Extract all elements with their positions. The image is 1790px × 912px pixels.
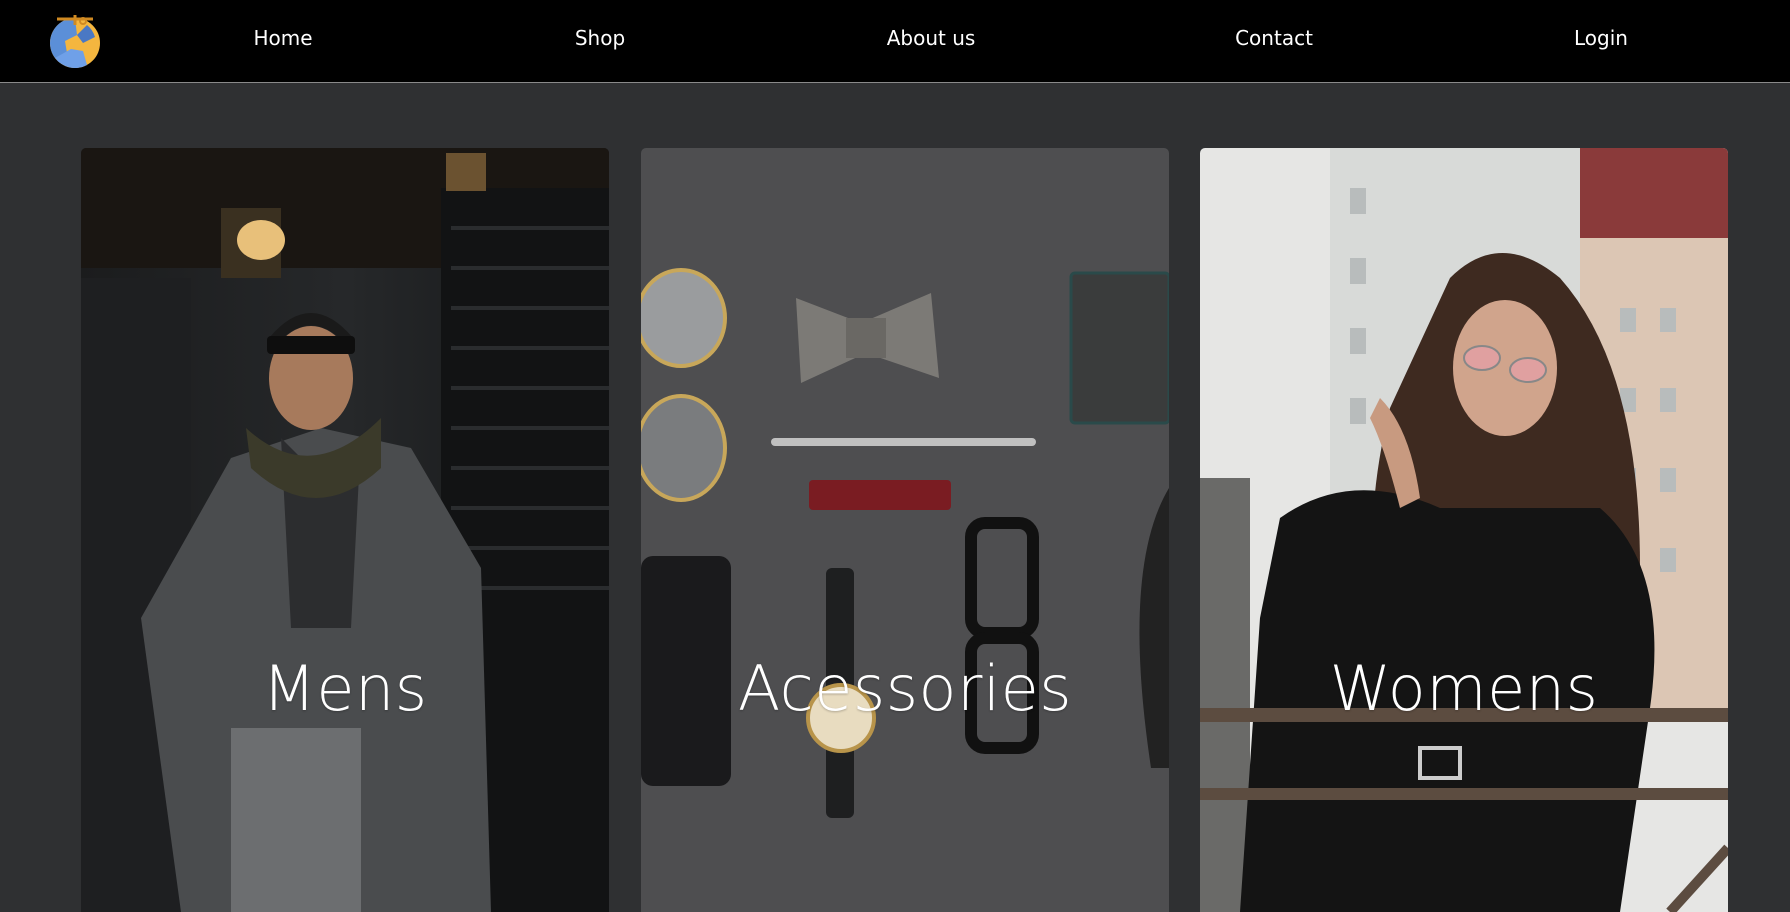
woman-on-balcony-photo <box>1200 148 1728 912</box>
man-in-grey-coat-photo <box>81 148 609 912</box>
nav-about-link[interactable]: About us <box>887 26 976 50</box>
top-navbar: Home Shop About us Contact Login <box>0 0 1790 83</box>
category-title-womens: Womens <box>1329 652 1599 725</box>
category-card-accessories[interactable]: Acessories <box>641 148 1169 912</box>
category-title-accessories: Acessories <box>737 652 1073 725</box>
category-card-mens[interactable]: Mens <box>81 148 609 912</box>
globe-logo-icon[interactable] <box>47 13 103 69</box>
category-card-womens[interactable]: Womens <box>1200 148 1728 912</box>
accessories-flatlay-photo <box>641 148 1169 912</box>
nav-home-link[interactable]: Home <box>253 26 312 50</box>
nav-contact-link[interactable]: Contact <box>1235 26 1313 50</box>
nav-shop-link[interactable]: Shop <box>575 26 625 50</box>
nav-login-link[interactable]: Login <box>1574 26 1628 50</box>
category-title-mens: Mens <box>262 652 428 725</box>
